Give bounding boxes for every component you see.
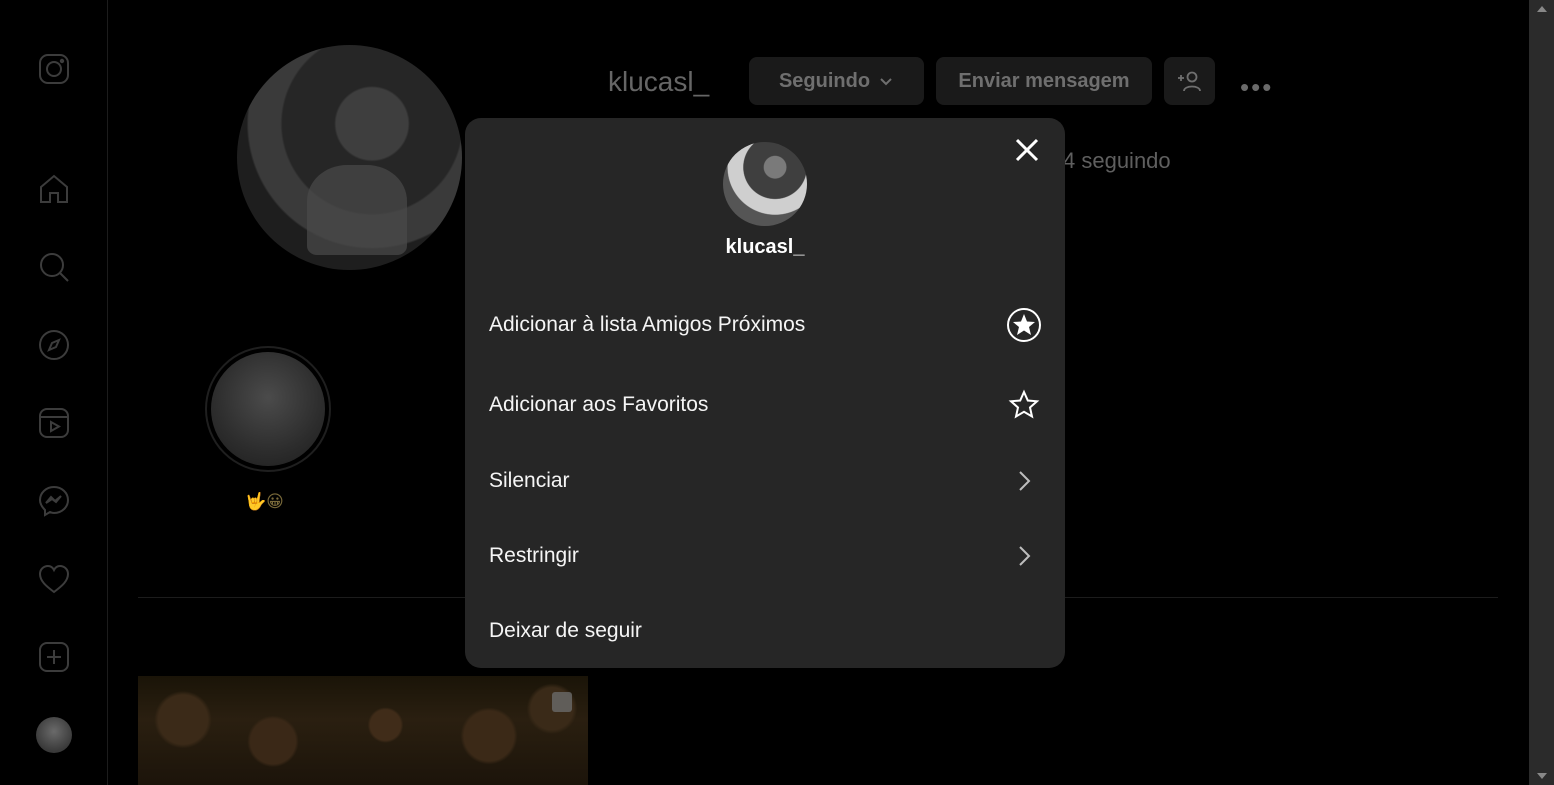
menu-item-label: Adicionar à lista Amigos Próximos [489, 313, 806, 336]
add-user-icon [1177, 71, 1201, 92]
profile-avatar[interactable] [34, 715, 74, 755]
messenger-icon[interactable] [34, 481, 74, 521]
chevron-right-icon [1006, 463, 1042, 499]
following-options-modal: klucasl_ Adicionar à lista Amigos Próxim… [465, 118, 1065, 668]
menu-item-label: Adicionar aos Favoritos [489, 393, 709, 416]
explore-icon[interactable] [34, 325, 74, 365]
add-close-friends-item[interactable]: Adicionar à lista Amigos Próximos [465, 290, 1065, 360]
modal-avatar [723, 142, 807, 226]
following-button[interactable]: Seguindo [749, 57, 924, 105]
instagram-logo-icon[interactable] [34, 49, 74, 89]
heart-icon[interactable] [34, 559, 74, 599]
more-options-icon[interactable]: ••• [1240, 72, 1273, 103]
mute-item[interactable]: Silenciar [465, 446, 1065, 516]
following-count[interactable]: 4 seguindo [1063, 148, 1171, 174]
add-favorites-item[interactable]: Adicionar aos Favoritos [465, 370, 1065, 440]
create-icon[interactable] [34, 637, 74, 677]
menu-item-label: Deixar de seguir [489, 619, 642, 642]
unfollow-item[interactable]: Deixar de seguir [465, 596, 1065, 666]
scrollbar[interactable] [1529, 0, 1554, 785]
menu-item-label: Silenciar [489, 469, 570, 492]
search-icon[interactable] [34, 247, 74, 287]
star-outline-icon [1006, 387, 1042, 423]
highlight-cover [211, 352, 325, 466]
story-highlight[interactable] [205, 346, 331, 472]
close-button[interactable] [1010, 133, 1044, 167]
profile-avatar-large[interactable] [237, 45, 462, 270]
close-icon [1015, 138, 1039, 162]
post-thumbnail[interactable] [138, 676, 588, 785]
add-user-button[interactable] [1164, 57, 1215, 105]
restrict-item[interactable]: Restringir [465, 521, 1065, 591]
highlight-label: 🤟😀 [245, 492, 284, 511]
send-message-button[interactable]: Enviar mensagem [936, 57, 1152, 105]
home-icon[interactable] [34, 169, 74, 209]
menu-item-label: Restringir [489, 544, 579, 567]
chevron-right-icon [1006, 538, 1042, 574]
reels-icon[interactable] [34, 403, 74, 443]
carousel-icon [552, 692, 572, 712]
scroll-down-arrow-icon[interactable] [1537, 773, 1547, 779]
following-button-label: Seguindo [778, 69, 871, 92]
sidebar [0, 0, 108, 785]
scroll-up-arrow-icon[interactable] [1537, 6, 1547, 12]
modal-username: klucasl_ [725, 236, 805, 258]
chevron-down-icon [880, 78, 892, 86]
close-friends-star-icon [1006, 307, 1042, 343]
profile-username: klucasl_ [608, 66, 710, 97]
